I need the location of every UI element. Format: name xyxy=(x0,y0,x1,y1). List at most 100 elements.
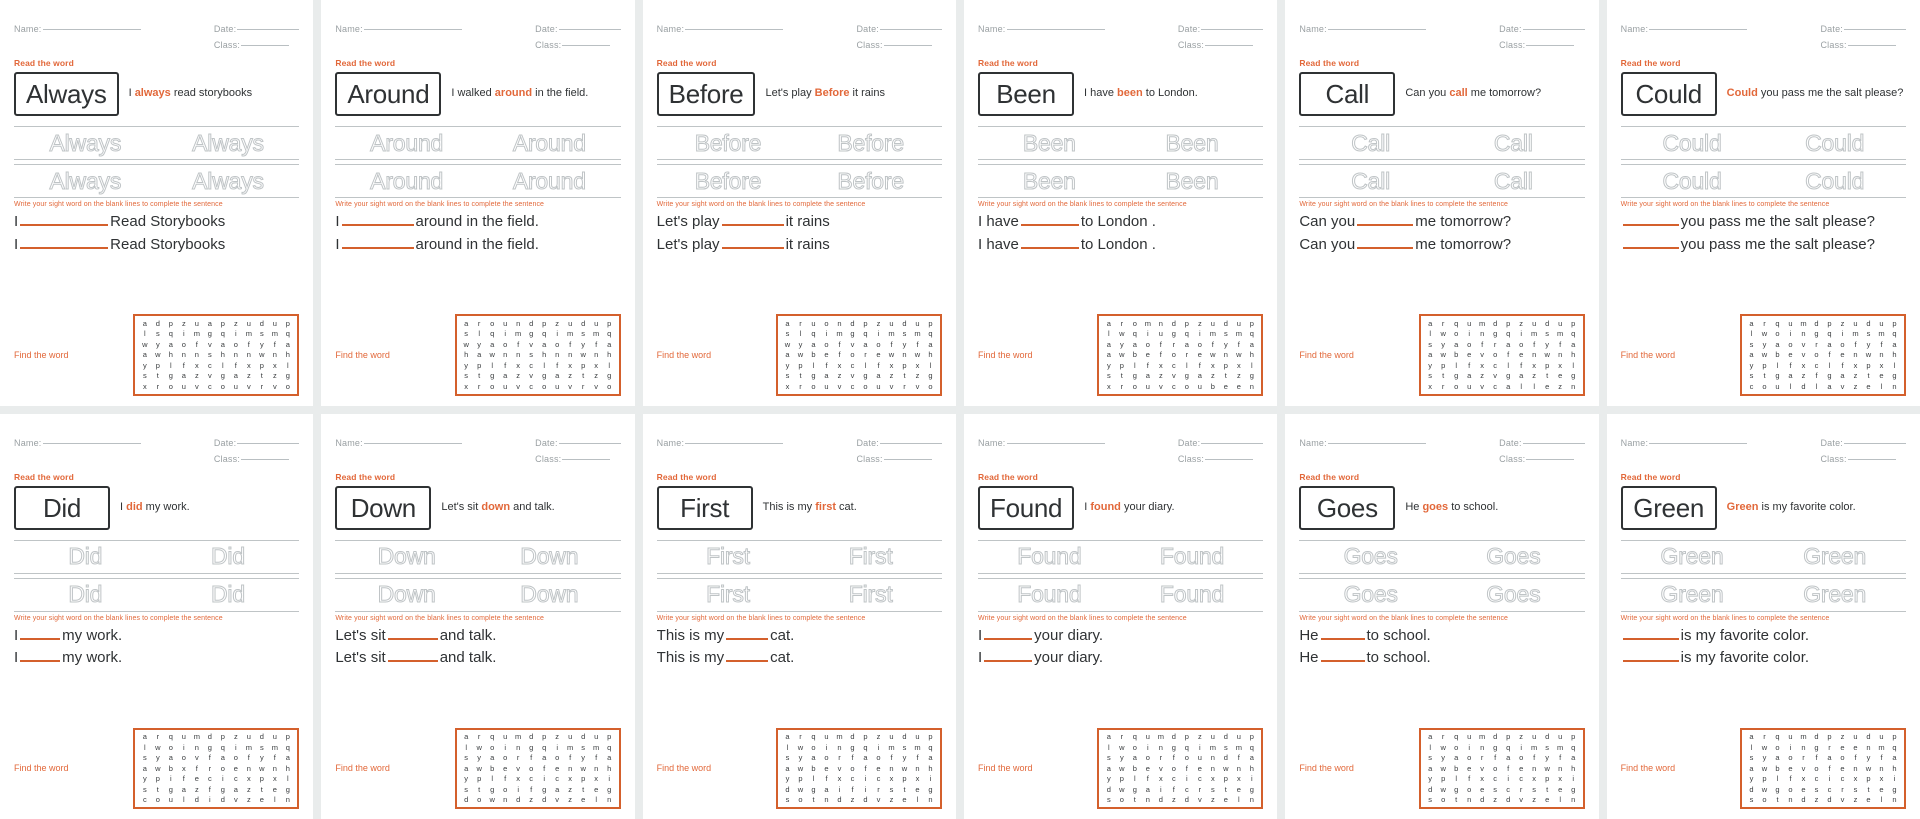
word-search-cell: o xyxy=(1788,784,1793,794)
answer-blank[interactable] xyxy=(1622,235,1679,249)
word-search-cell: m xyxy=(836,732,843,741)
class-line[interactable] xyxy=(1847,458,1896,460)
date-line[interactable] xyxy=(880,442,942,444)
answer-blank[interactable] xyxy=(20,648,61,662)
word-search-cell: m xyxy=(193,732,200,741)
name-line[interactable] xyxy=(1006,29,1105,30)
word-search-cell: o xyxy=(181,339,186,349)
card-header: Name: Date: Class: xyxy=(1299,438,1585,464)
answer-blank[interactable] xyxy=(1357,235,1414,249)
name-line[interactable] xyxy=(1327,442,1426,444)
answer-blank[interactable] xyxy=(1622,212,1679,226)
word-search-cell: o xyxy=(1184,753,1189,762)
class-line[interactable] xyxy=(1205,45,1254,46)
date-line[interactable] xyxy=(880,29,942,30)
word-search-cell: m xyxy=(914,742,921,752)
word-search-cell: u xyxy=(181,381,186,391)
blank-suffix: your diary. xyxy=(1034,649,1104,666)
name-line[interactable] xyxy=(1649,442,1748,444)
class-line[interactable] xyxy=(241,45,290,46)
answer-blank[interactable] xyxy=(721,212,784,226)
name-line[interactable] xyxy=(363,29,462,30)
answer-blank[interactable] xyxy=(20,212,109,226)
class-line[interactable] xyxy=(562,458,611,460)
class-line[interactable] xyxy=(1847,45,1896,46)
class-line[interactable] xyxy=(883,458,932,460)
date-line[interactable] xyxy=(1522,442,1585,444)
word-search-row: awbxfroenwnh xyxy=(138,763,294,774)
date-line[interactable] xyxy=(1201,442,1264,444)
date-line[interactable] xyxy=(1522,29,1585,30)
answer-blank[interactable] xyxy=(1320,648,1365,662)
name-line[interactable] xyxy=(1006,442,1105,444)
answer-blank[interactable] xyxy=(1020,212,1079,226)
word-search-cell: f xyxy=(1159,339,1162,349)
answer-blank[interactable] xyxy=(726,648,769,662)
blank-prefix: He xyxy=(1299,626,1319,644)
find-the-word-label: Find the word xyxy=(1299,349,1354,360)
answer-blank[interactable] xyxy=(984,626,1033,640)
word-search-row: couldlavzeln xyxy=(1745,381,1901,392)
answer-blank[interactable] xyxy=(1020,235,1079,249)
answer-blank[interactable] xyxy=(387,648,438,662)
trace-line-1: Did Did xyxy=(14,539,300,574)
date-line[interactable] xyxy=(1844,29,1906,30)
example-sentence: Let's sit down and talk. xyxy=(441,501,620,515)
class-line[interactable] xyxy=(1526,45,1575,46)
answer-blank[interactable] xyxy=(20,235,109,249)
answer-blank[interactable] xyxy=(341,235,414,249)
word-search-cell: y xyxy=(1428,774,1433,783)
word-search-cell: v xyxy=(1197,795,1202,804)
class-line[interactable] xyxy=(241,458,290,460)
trace-word: Been xyxy=(1165,129,1219,156)
class-line[interactable] xyxy=(562,45,611,46)
word-search-cell: f xyxy=(247,753,250,762)
date-line[interactable] xyxy=(558,29,621,30)
word-search-cell: u xyxy=(503,732,508,741)
word-search-cell: a xyxy=(1892,753,1897,762)
answer-blank[interactable] xyxy=(984,648,1033,662)
name-line[interactable] xyxy=(1649,29,1748,30)
date-line[interactable] xyxy=(558,442,621,444)
word-search-cell: i xyxy=(1198,742,1201,752)
answer-blank[interactable] xyxy=(1320,626,1365,640)
date-line[interactable] xyxy=(237,29,300,30)
class-line[interactable] xyxy=(1526,458,1575,460)
name-line[interactable] xyxy=(1327,29,1426,30)
name-line[interactable] xyxy=(363,442,462,444)
answer-blank[interactable] xyxy=(726,626,769,640)
word-search-cell: l xyxy=(1429,742,1431,752)
word-search-cell: i xyxy=(182,742,185,752)
word-search-cell: t xyxy=(582,784,585,794)
date-line[interactable] xyxy=(1844,442,1906,444)
answer-blank[interactable] xyxy=(20,626,61,640)
name-line[interactable] xyxy=(42,442,141,444)
answer-blank[interactable] xyxy=(1622,626,1679,640)
word-search-cell: l xyxy=(1559,795,1561,804)
class-line[interactable] xyxy=(883,45,932,46)
name-line[interactable] xyxy=(42,29,141,30)
class-line[interactable] xyxy=(1205,458,1254,460)
answer-blank[interactable] xyxy=(1357,212,1414,226)
trace-word: Could xyxy=(1805,129,1865,156)
date-line[interactable] xyxy=(1201,29,1264,30)
answer-blank[interactable] xyxy=(341,212,414,226)
date-line[interactable] xyxy=(237,442,300,444)
name-line[interactable] xyxy=(685,29,784,30)
word-search-cell: w xyxy=(1119,329,1125,338)
word-search-cell: i xyxy=(1159,784,1162,794)
word-search-cell: g xyxy=(1493,742,1498,752)
answer-blank[interactable] xyxy=(721,235,784,249)
write-instruction-label: Write your sight word on the blank lines… xyxy=(1299,614,1509,622)
class-field: Class: xyxy=(535,454,621,464)
word-search-grid: arqumdpzuduplwoingqimsmqsyaofraofyfaawbe… xyxy=(1418,314,1585,396)
answer-blank[interactable] xyxy=(1622,648,1679,662)
answer-blank[interactable] xyxy=(387,626,438,640)
word-search-cell: o xyxy=(503,753,508,762)
word-search-cell: z xyxy=(246,795,251,804)
name-line[interactable] xyxy=(685,442,784,444)
word-search-cell: t xyxy=(260,784,263,794)
word-box: Goes xyxy=(1299,485,1396,530)
word-search-cell: r xyxy=(799,381,802,391)
card-header: Name: Date: Class: xyxy=(657,438,942,464)
